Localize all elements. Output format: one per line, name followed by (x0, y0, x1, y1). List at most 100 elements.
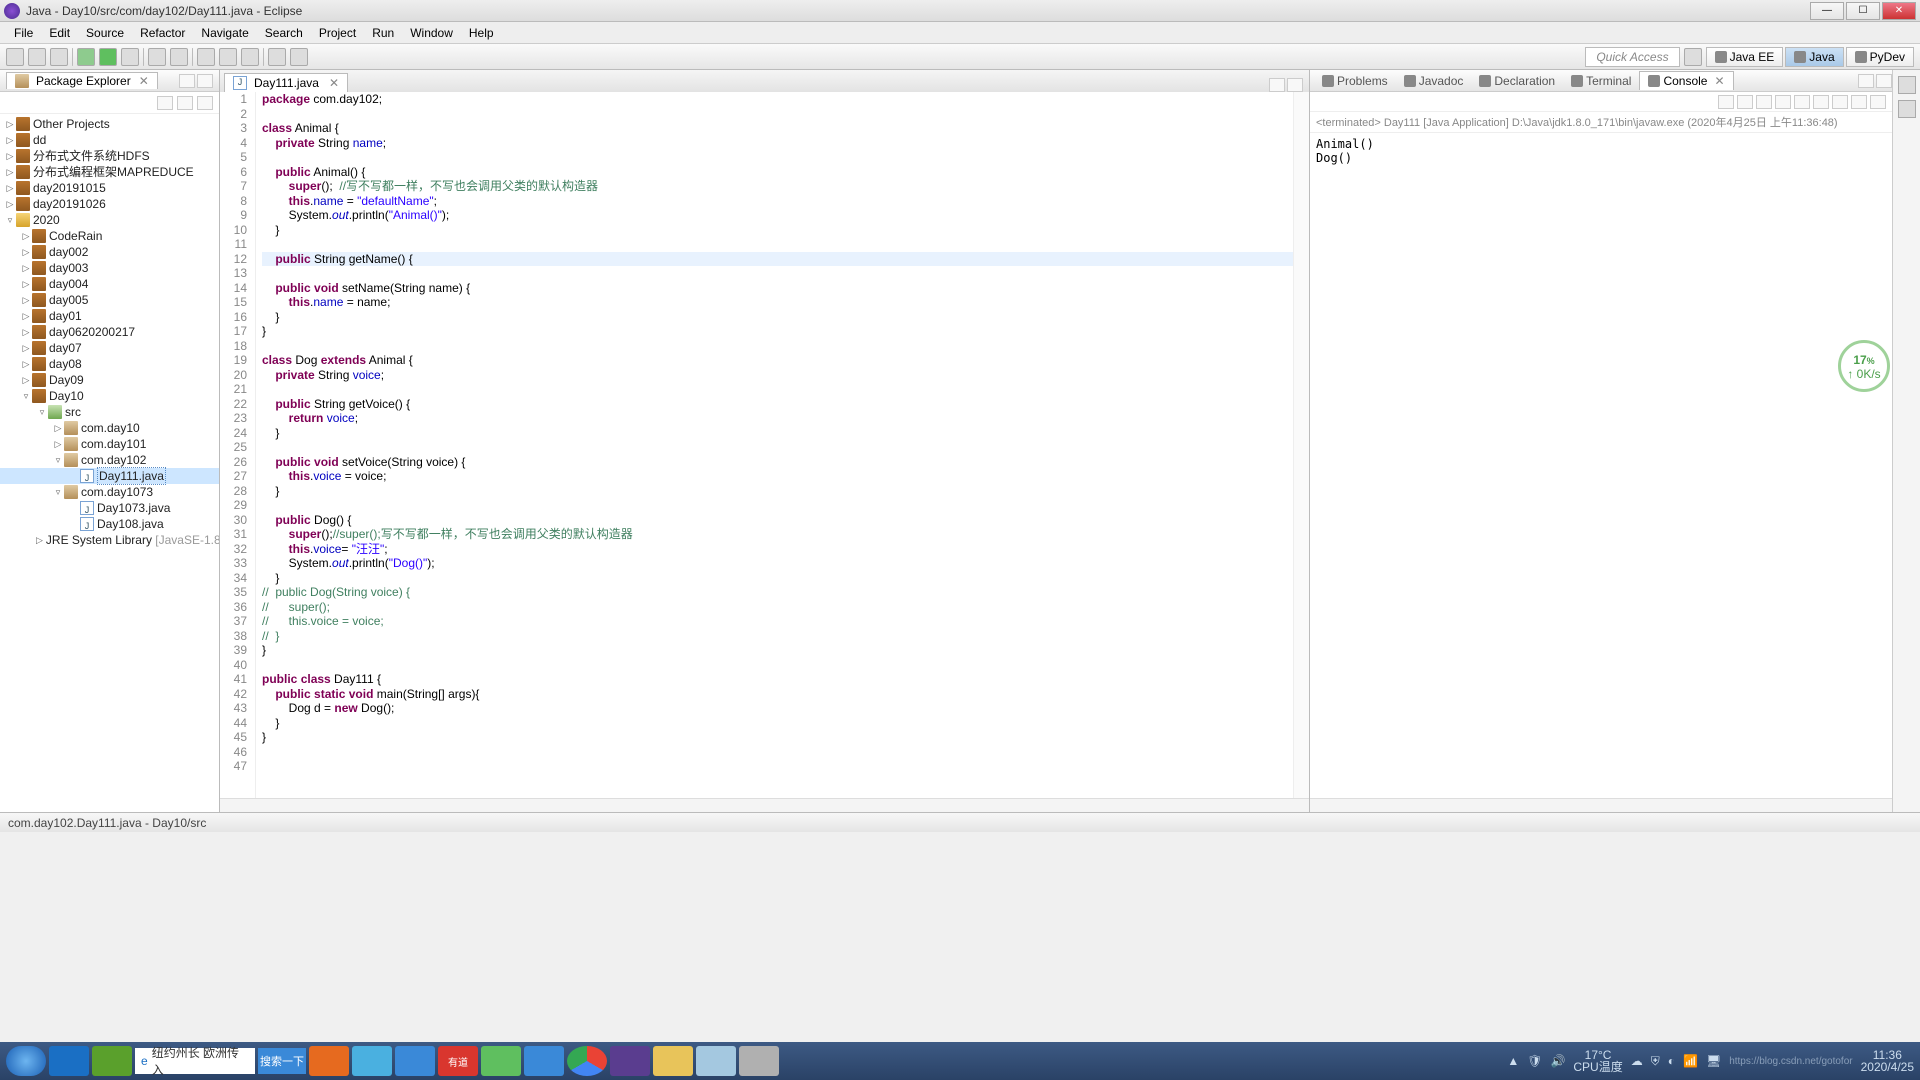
menu-run[interactable]: Run (364, 24, 402, 42)
start-button[interactable] (6, 1046, 46, 1076)
view-tab-terminal[interactable]: Terminal (1563, 72, 1639, 90)
tray-icon[interactable]: 📶 (1683, 1054, 1698, 1068)
scroll-lock-icon[interactable] (1775, 95, 1791, 109)
maximize-icon[interactable] (1287, 78, 1303, 92)
expand-icon[interactable]: ▷ (4, 164, 16, 180)
tree-node[interactable]: ▷day004 (0, 276, 219, 292)
menu-refactor[interactable]: Refactor (132, 24, 193, 42)
debug-icon[interactable] (77, 48, 95, 66)
view-tab-console[interactable]: Console✕ (1639, 71, 1733, 90)
new-class-icon[interactable] (170, 48, 188, 66)
expand-icon[interactable]: ▿ (36, 404, 48, 420)
tree-node[interactable]: ▷day20191026 (0, 196, 219, 212)
tree-node[interactable]: ▷day002 (0, 244, 219, 260)
expand-icon[interactable]: ▿ (52, 484, 64, 500)
remove-launch-icon[interactable] (1718, 95, 1734, 109)
expand-icon[interactable]: ▷ (52, 436, 64, 452)
menu-search[interactable]: Search (257, 24, 311, 42)
close-tab-icon[interactable]: ✕ (329, 76, 339, 90)
expand-icon[interactable]: ▷ (20, 244, 32, 260)
tray-icon[interactable]: ◐ (1668, 1054, 1675, 1068)
save-icon[interactable] (28, 48, 46, 66)
tree-node[interactable]: ▷JRE System Library [JavaSE-1.8] (0, 532, 219, 548)
menu-navigate[interactable]: Navigate (193, 24, 256, 42)
view-tab-javadoc[interactable]: Javadoc (1396, 72, 1472, 90)
expand-icon[interactable]: ▷ (4, 132, 16, 148)
code-content[interactable]: package com.day102; class Animal { priva… (256, 92, 1293, 798)
tray-icon[interactable]: 🛡 (1527, 1054, 1542, 1068)
horizontal-scrollbar[interactable] (1310, 798, 1892, 812)
overview-ruler[interactable] (1293, 92, 1309, 798)
cloud-icon[interactable] (395, 1046, 435, 1076)
back-icon[interactable] (268, 48, 286, 66)
app-icon[interactable] (92, 1046, 132, 1076)
perspective-java[interactable]: Java (1785, 47, 1843, 67)
tree-node[interactable]: ▷day01 (0, 308, 219, 324)
expand-icon[interactable]: ▷ (20, 340, 32, 356)
tree-node[interactable]: ▷day07 (0, 340, 219, 356)
expand-icon[interactable]: ▷ (20, 228, 32, 244)
menu-source[interactable]: Source (78, 24, 132, 42)
expand-icon[interactable]: ▷ (20, 260, 32, 276)
taskbar-search[interactable]: e 纽约州长 欧洲传入 (135, 1048, 255, 1074)
menu-project[interactable]: Project (311, 24, 364, 42)
tree-node[interactable]: ▷day0620200217 (0, 324, 219, 340)
menu-edit[interactable]: Edit (41, 24, 78, 42)
search-button[interactable]: 搜索一下 (258, 1048, 306, 1074)
view-tab-declaration[interactable]: Declaration (1471, 72, 1563, 90)
system-tray[interactable]: ▲ 🛡 🔊 17°CCPU温度 ☁ ⛨ ◐ 📶 🖥 https://blog.c… (1507, 1049, 1914, 1073)
perspective-pydev[interactable]: PyDev (1846, 47, 1914, 67)
menu-window[interactable]: Window (402, 24, 461, 42)
pin-console-icon[interactable] (1794, 95, 1810, 109)
calculator-icon[interactable] (739, 1046, 779, 1076)
tree-node[interactable]: ▷dd (0, 132, 219, 148)
expand-icon[interactable]: ▷ (36, 532, 43, 548)
expand-icon[interactable]: ▿ (4, 212, 16, 228)
run-icon[interactable] (99, 48, 117, 66)
quick-access[interactable]: Quick Access (1585, 47, 1679, 67)
tray-icon[interactable]: ⛨ (1651, 1054, 1660, 1069)
editor-tab[interactable]: Day111.java ✕ (224, 73, 348, 92)
tree-node[interactable]: ▷day005 (0, 292, 219, 308)
ie-icon[interactable] (49, 1046, 89, 1076)
tree-node[interactable]: ▿2020 (0, 212, 219, 228)
collapse-all-icon[interactable] (157, 96, 173, 110)
tree-node[interactable]: ▷Day09 (0, 372, 219, 388)
console-output[interactable]: Animal() Dog() (1310, 133, 1892, 798)
new-package-icon[interactable] (148, 48, 166, 66)
search-icon[interactable] (219, 48, 237, 66)
tray-icon[interactable]: 🔊 (1550, 1054, 1565, 1068)
tree-node[interactable]: ▷day20191015 (0, 180, 219, 196)
expand-icon[interactable]: ▷ (52, 420, 64, 436)
expand-icon[interactable]: ▿ (20, 388, 32, 404)
outline-icon[interactable] (1898, 76, 1916, 94)
menu-help[interactable]: Help (461, 24, 502, 42)
open-perspective-icon[interactable] (1684, 48, 1702, 66)
expand-icon[interactable]: ▷ (20, 292, 32, 308)
tree-node[interactable]: ▿Day10 (0, 388, 219, 404)
clear-console-icon[interactable] (1756, 95, 1772, 109)
tree-node[interactable]: ▿src (0, 404, 219, 420)
expand-icon[interactable]: ▷ (20, 308, 32, 324)
display-console-icon[interactable] (1813, 95, 1829, 109)
tree-node[interactable]: ▷com.day10 (0, 420, 219, 436)
expand-icon[interactable]: ▷ (20, 276, 32, 292)
tree-node[interactable]: ▷CodeRain (0, 228, 219, 244)
package-explorer-tab[interactable]: Package Explorer ✕ (6, 72, 158, 89)
menu-file[interactable]: File (6, 24, 41, 42)
line-gutter[interactable]: 1234567891011121314151617181920212223242… (220, 92, 256, 798)
minimize-button[interactable]: — (1810, 2, 1844, 20)
project-tree[interactable]: ▷Other Projects▷dd▷分布式文件系统HDFS▷分布式编程框架MA… (0, 114, 219, 812)
minimize-icon[interactable] (1851, 95, 1867, 109)
youdao-icon[interactable]: 有道 (438, 1046, 478, 1076)
maximize-icon[interactable] (1870, 95, 1886, 109)
expand-icon[interactable]: ▷ (20, 372, 32, 388)
task-list-icon[interactable] (1898, 100, 1916, 118)
expand-icon[interactable]: ▷ (4, 180, 16, 196)
new-icon[interactable] (6, 48, 24, 66)
minimize-icon[interactable] (1269, 78, 1285, 92)
maximize-button[interactable]: ☐ (1846, 2, 1880, 20)
tray-icon[interactable]: 🖥 (1706, 1054, 1721, 1068)
close-icon[interactable]: ✕ (139, 74, 149, 88)
expand-icon[interactable]: ▷ (4, 148, 16, 164)
